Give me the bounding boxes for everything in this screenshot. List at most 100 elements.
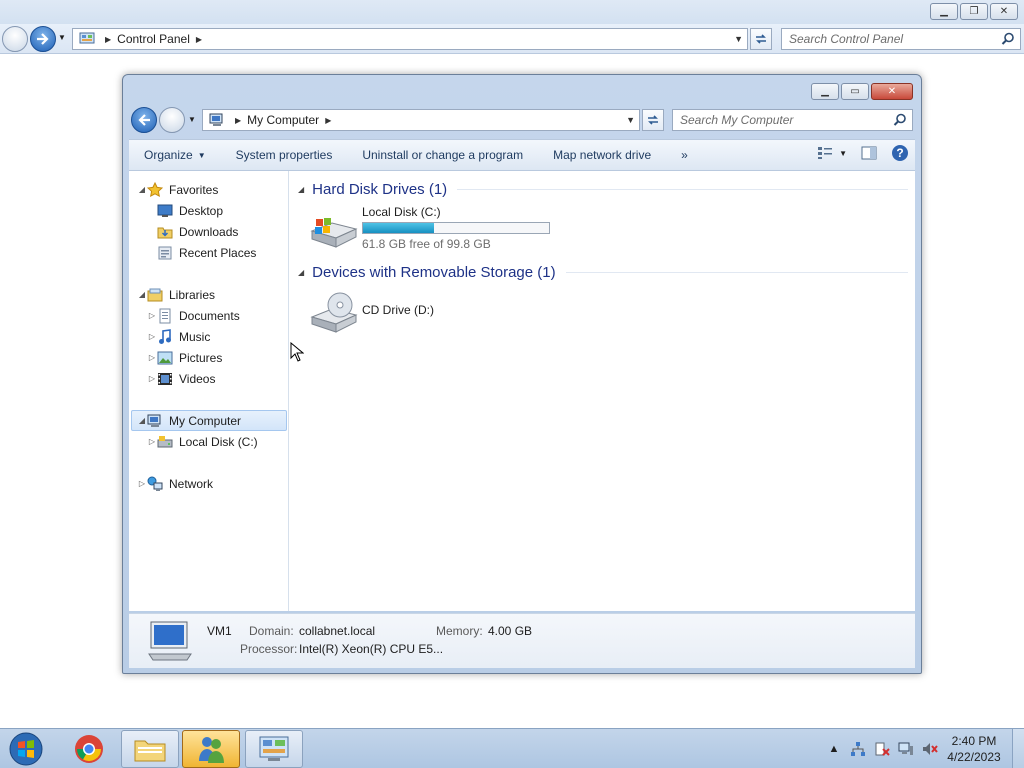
windows-logo-icon (9, 732, 43, 766)
tree-pictures[interactable]: ▷ Pictures (147, 347, 222, 368)
breadcrumb-separator-icon[interactable]: ▶ (235, 116, 241, 125)
expand-arrow-icon[interactable]: ▷ (147, 437, 157, 446)
collapse-arrow-icon[interactable]: ◢ (137, 416, 147, 425)
recent-pages-chevron-icon[interactable]: ▼ (58, 33, 66, 42)
minimize-button[interactable]: ▁ (811, 83, 839, 100)
breadcrumb-separator-icon[interactable]: ▶ (196, 35, 202, 44)
drive-local-disk-c[interactable]: Local Disk (C:) 61.8 GB free of 99.8 GB (308, 205, 550, 251)
address-dropdown-icon[interactable]: ▼ (734, 34, 743, 44)
more-commands-button[interactable]: » (666, 148, 703, 162)
tree-videos[interactable]: ▷ Videos (147, 368, 216, 389)
collapse-arrow-icon[interactable]: ◢ (298, 185, 304, 194)
tree-my-computer[interactable]: ◢ My Computer (131, 410, 287, 431)
control-panel-titlebar: ▁ ❐ ✕ (0, 0, 1024, 24)
view-list-icon (818, 147, 833, 159)
tree-label: Downloads (179, 224, 239, 239)
tree-label: Documents (179, 308, 240, 323)
tree-recent-places[interactable]: Recent Places (157, 242, 256, 263)
users-icon (199, 737, 224, 763)
refresh-button[interactable] (750, 28, 772, 50)
tree-desktop[interactable]: Desktop (157, 200, 223, 221)
help-icon[interactable]: ? (891, 144, 909, 162)
computer-name: VM1 (207, 624, 232, 638)
show-desktop-button[interactable] (1012, 729, 1024, 768)
taskbar-chrome[interactable] (60, 730, 118, 768)
libraries-icon (147, 287, 163, 303)
svg-text:?: ? (896, 146, 903, 160)
close-button[interactable]: ✕ (990, 3, 1018, 20)
group-hard-disk-drives[interactable]: ◢ Hard Disk Drives (1) (298, 179, 908, 199)
show-hidden-icons-icon[interactable]: ▲ (826, 741, 842, 757)
control-panel-search-input[interactable]: Search Control Panel (781, 28, 1021, 50)
maximize-button[interactable]: ▭ (841, 83, 869, 100)
breadcrumb-separator-icon[interactable]: ▶ (105, 35, 111, 44)
taskbar-explorer[interactable] (121, 730, 179, 768)
breadcrumb-my-computer[interactable]: My Computer (247, 113, 319, 127)
computer-icon (147, 413, 163, 429)
taskbar-control-panel[interactable] (245, 730, 303, 768)
recent-pages-chevron-icon[interactable]: ▼ (188, 115, 196, 124)
refresh-button[interactable] (642, 109, 664, 131)
forward-arrow-icon (37, 33, 49, 45)
group-removable-storage[interactable]: ◢ Devices with Removable Storage (1) (298, 262, 908, 282)
back-arrow-icon (138, 114, 150, 126)
action-center-icon[interactable] (874, 741, 890, 757)
drive-cd-d[interactable]: CD Drive (D:) (308, 289, 434, 333)
processor-label: Processor: (240, 642, 298, 656)
group-header-label: Hard Disk Drives (1) (312, 180, 448, 198)
display-icon[interactable] (898, 741, 914, 757)
taskbar-users[interactable] (182, 730, 240, 768)
uninstall-program-button[interactable]: Uninstall or change a program (347, 148, 538, 162)
my-computer-search-input[interactable]: Search My Computer (672, 109, 913, 131)
close-button[interactable]: ✕ (871, 83, 913, 100)
breadcrumb-control-panel[interactable]: Control Panel (117, 32, 190, 46)
search-icon[interactable] (893, 113, 907, 127)
change-view-button[interactable]: ▼ (817, 146, 847, 160)
tree-local-disk[interactable]: ▷ Local Disk (C:) (147, 431, 258, 452)
back-button[interactable] (131, 107, 157, 133)
preview-pane-icon[interactable] (861, 146, 877, 160)
organize-button[interactable]: Organize ▼ (129, 148, 221, 162)
navigation-pane[interactable]: ◢ Favorites Desktop Downloads Recent Pla… (129, 171, 289, 611)
videos-icon (157, 371, 173, 387)
expand-arrow-icon[interactable]: ▷ (147, 353, 157, 362)
tree-music[interactable]: ▷ Music (147, 326, 210, 347)
group-divider (565, 271, 908, 273)
search-icon[interactable] (1001, 32, 1015, 46)
forward-button[interactable] (159, 107, 185, 133)
pictures-icon (157, 350, 173, 366)
tree-libraries[interactable]: ◢ Libraries (137, 284, 215, 305)
content-area: ◢ Favorites Desktop Downloads Recent Pla… (129, 171, 915, 611)
tree-network[interactable]: ▷ Network (137, 473, 213, 494)
control-panel-address-bar[interactable]: ▶ Control Panel ▶ ▼ (72, 28, 748, 50)
my-computer-address-bar[interactable]: ▶ My Computer ▶ ▼ (202, 109, 640, 131)
map-network-drive-button[interactable]: Map network drive (538, 148, 666, 162)
volume-muted-icon[interactable] (922, 741, 938, 757)
address-dropdown-icon[interactable]: ▼ (626, 115, 635, 125)
system-properties-button[interactable]: System properties (221, 148, 348, 162)
start-button[interactable] (4, 731, 48, 767)
group-divider (457, 188, 908, 190)
clock[interactable]: 2:40 PM 4/22/2023 (942, 733, 1006, 765)
expand-arrow-icon[interactable]: ▷ (147, 374, 157, 383)
minimize-button[interactable]: ▁ (930, 3, 958, 20)
breadcrumb-separator-icon[interactable]: ▶ (325, 116, 331, 125)
desktop-icon (157, 203, 173, 219)
collapse-arrow-icon[interactable]: ◢ (137, 185, 147, 194)
expand-arrow-icon[interactable]: ▷ (137, 479, 147, 488)
collapse-arrow-icon[interactable]: ◢ (137, 290, 147, 299)
tree-favorites[interactable]: ◢ Favorites (137, 179, 218, 200)
domain-label: Domain: (249, 624, 294, 638)
network-tray-icon[interactable] (850, 741, 866, 757)
collapse-arrow-icon[interactable]: ◢ (298, 268, 304, 277)
forward-button[interactable] (30, 26, 56, 52)
restore-button[interactable]: ❐ (960, 3, 988, 20)
expand-arrow-icon[interactable]: ▷ (147, 332, 157, 341)
back-button[interactable] (2, 26, 28, 52)
tree-downloads[interactable]: Downloads (157, 221, 238, 242)
group-header-label: Devices with Removable Storage (1) (312, 263, 556, 281)
expand-arrow-icon[interactable]: ▷ (147, 311, 157, 320)
tree-documents[interactable]: ▷ Documents (147, 305, 240, 326)
chevron-down-icon[interactable]: ▼ (839, 149, 847, 158)
file-list-pane[interactable]: ◢ Hard Disk Drives (1) Local Disk (C:) 6… (290, 171, 915, 611)
